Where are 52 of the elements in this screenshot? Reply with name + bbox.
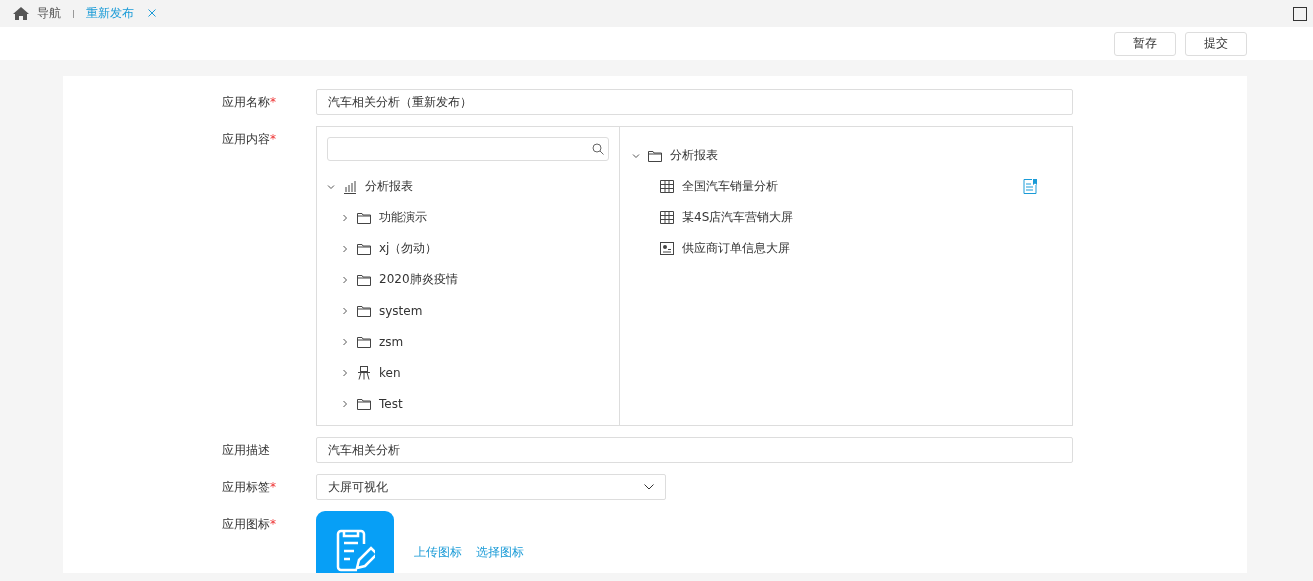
tree-item[interactable]: 供应商订单信息大屏 bbox=[632, 233, 1060, 264]
folder-icon bbox=[357, 242, 371, 255]
table-icon bbox=[660, 211, 674, 224]
maximize-icon[interactable] bbox=[1293, 6, 1307, 21]
tree-item[interactable]: zsm bbox=[327, 326, 609, 357]
bar-chart-icon bbox=[343, 179, 357, 194]
input-field[interactable]: 汽车相关分析 bbox=[316, 437, 1073, 463]
chevron-icon[interactable] bbox=[341, 306, 349, 315]
tree-item[interactable]: 全国汽车销量分析 bbox=[632, 171, 1060, 202]
toolbar-button[interactable]: 提交 bbox=[1185, 31, 1247, 56]
edit-document-icon bbox=[335, 528, 375, 572]
field-label: 应用图标* bbox=[221, 516, 276, 533]
chevron-icon[interactable] bbox=[341, 399, 349, 408]
tree-item[interactable]: 某4S店汽车营销大屏 bbox=[632, 202, 1060, 233]
folder-icon bbox=[357, 273, 371, 286]
tree-item[interactable]: 2020肺炎疫情 bbox=[327, 264, 609, 295]
field-label: 应用名称* bbox=[221, 94, 276, 111]
chevron-icon[interactable] bbox=[341, 337, 349, 346]
close-icon[interactable] bbox=[148, 9, 156, 17]
input-field[interactable]: 汽车相关分析（重新发布） bbox=[316, 89, 1073, 115]
chevron-icon[interactable] bbox=[341, 368, 349, 377]
folder-icon bbox=[357, 335, 371, 348]
home-icon[interactable] bbox=[13, 7, 29, 20]
chevron-icon[interactable] bbox=[341, 275, 349, 284]
tree-item[interactable]: 功能演示 bbox=[327, 202, 609, 233]
document-icon[interactable] bbox=[1023, 179, 1038, 194]
network-icon bbox=[357, 365, 371, 380]
chevron-icon[interactable] bbox=[632, 151, 640, 160]
folder-icon bbox=[648, 149, 662, 162]
field-label: 应用内容* bbox=[221, 131, 276, 148]
chevron-icon[interactable] bbox=[341, 213, 349, 222]
chevron-icon[interactable] bbox=[327, 182, 335, 191]
toolbar-button[interactable]: 暂存 bbox=[1114, 31, 1176, 56]
search-field[interactable] bbox=[327, 137, 609, 161]
folder-icon bbox=[357, 397, 371, 410]
search-icon[interactable] bbox=[592, 143, 604, 155]
tree-item[interactable]: xj（勿动） bbox=[327, 233, 609, 264]
table-icon bbox=[660, 180, 674, 193]
tree-item[interactable]: system bbox=[327, 295, 609, 326]
field-label: 应用描述 bbox=[221, 442, 270, 459]
chevron-icon[interactable] bbox=[341, 244, 349, 253]
field-label: 应用标签* bbox=[221, 479, 276, 496]
folder-icon bbox=[357, 211, 371, 224]
nav-tab[interactable]: 导航 bbox=[37, 5, 61, 22]
dropdown[interactable]: 大屏可视化 bbox=[316, 474, 666, 500]
tree-item[interactable]: 分析报表 bbox=[327, 171, 609, 202]
tree-item[interactable]: ken bbox=[327, 357, 609, 388]
chevron-icon bbox=[644, 484, 654, 490]
tree-item[interactable]: 分析报表 bbox=[632, 140, 1060, 171]
tree-item[interactable]: Test bbox=[327, 388, 609, 419]
image-icon bbox=[660, 242, 674, 255]
folder-icon bbox=[357, 304, 371, 317]
